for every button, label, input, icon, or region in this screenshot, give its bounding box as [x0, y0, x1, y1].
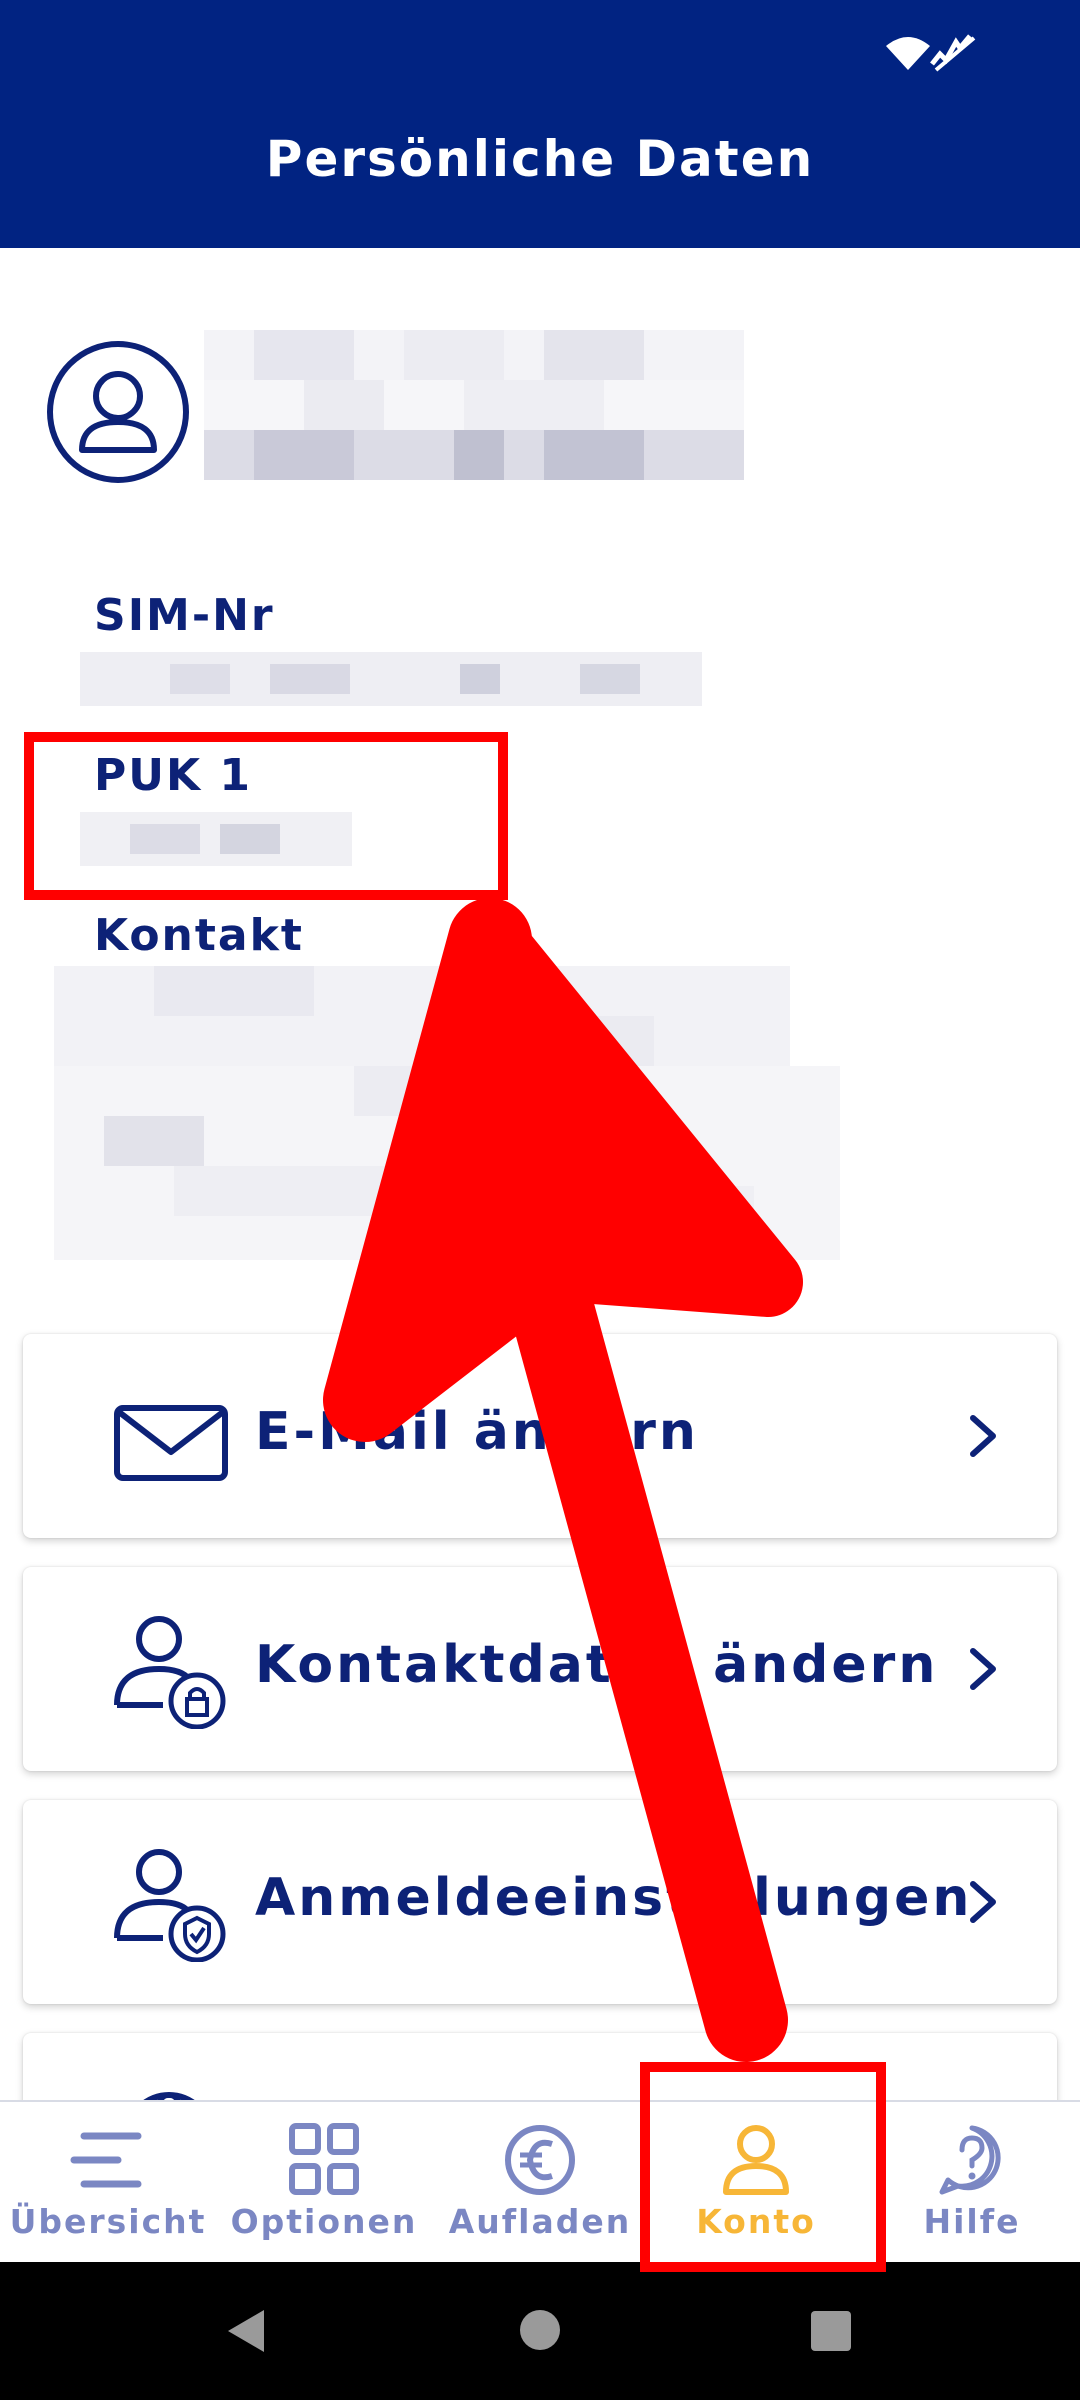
login-settings-item[interactable]: Anmeldeeinstellungen	[23, 1800, 1057, 2004]
contact-label: Kontakt	[94, 910, 304, 961]
nav-topup[interactable]: Aufladen	[432, 2102, 648, 2264]
annotation-box-puk	[24, 732, 508, 900]
home-icon[interactable]	[518, 2308, 562, 2352]
euro-icon	[505, 2125, 575, 2195]
chevron-right-icon	[970, 1881, 996, 1923]
menu-lines-icon	[70, 2132, 142, 2188]
change-email-label: E-Mail ändern	[255, 1402, 699, 1462]
app-header: Persönliche Daten	[0, 0, 1080, 248]
avatar-icon	[47, 341, 189, 483]
nav-help[interactable]: Hilfe	[864, 2102, 1080, 2264]
chevron-right-icon	[970, 1415, 996, 1457]
wifi-signal-icon	[886, 34, 976, 72]
redacted-contact	[54, 966, 840, 1260]
redacted-sim-number	[80, 652, 702, 706]
change-contact-item[interactable]: Kontaktdaten ändern	[23, 1567, 1057, 1771]
change-email-item[interactable]: E-Mail ändern	[23, 1334, 1057, 1538]
user-shield-icon	[114, 1849, 226, 1962]
recents-icon[interactable]	[810, 2310, 852, 2352]
user-lock-icon	[114, 1616, 226, 1729]
nav-overview[interactable]: Übersicht	[0, 2102, 216, 2264]
back-icon[interactable]	[222, 2306, 270, 2356]
redacted-name	[204, 330, 744, 480]
nav-options[interactable]: Optionen	[216, 2102, 432, 2264]
sim-label: SIM-Nr	[94, 590, 275, 641]
grid-icon	[289, 2123, 359, 2195]
login-settings-label: Anmeldeeinstellungen	[255, 1868, 973, 1928]
change-contact-label: Kontaktdaten ändern	[255, 1635, 939, 1695]
help-icon	[939, 2125, 1001, 2195]
mail-icon	[114, 1405, 228, 1481]
system-navigation-bar	[0, 2262, 1080, 2400]
annotation-box-account-tab	[640, 2062, 886, 2272]
page-title: Persönliche Daten	[265, 130, 815, 188]
bottom-navigation: Übersicht Optionen Aufladen Konto Hilfe	[0, 2100, 1080, 2264]
chevron-right-icon	[970, 1648, 996, 1690]
